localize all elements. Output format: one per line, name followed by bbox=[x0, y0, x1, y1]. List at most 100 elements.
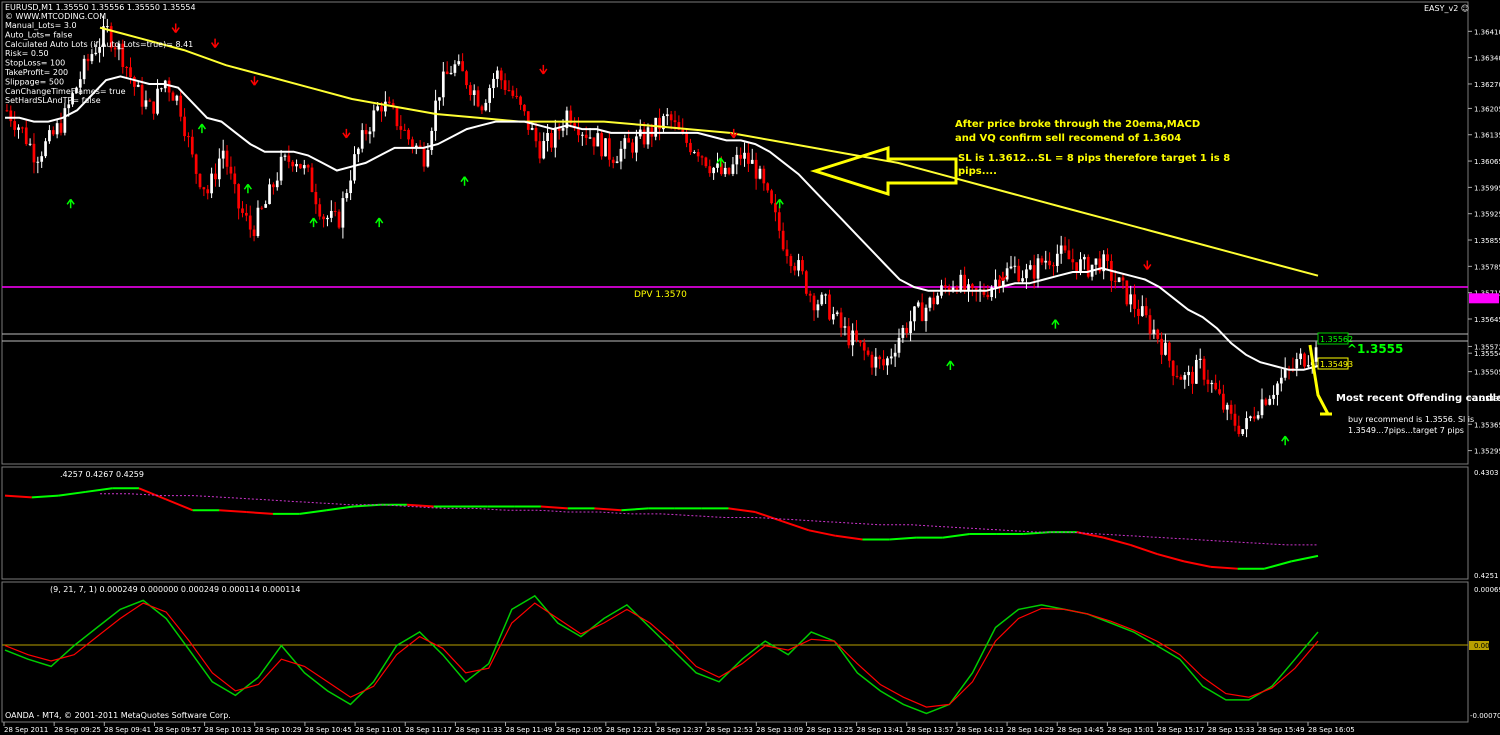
candle-body bbox=[1032, 265, 1036, 279]
vq-segment bbox=[246, 511, 274, 515]
candle-body bbox=[519, 96, 522, 105]
macd-main-line bbox=[4, 594, 1319, 715]
candle-body bbox=[909, 321, 912, 334]
candle-body bbox=[835, 312, 839, 315]
candle-body bbox=[1276, 383, 1279, 395]
candle-body bbox=[399, 126, 403, 130]
price-tag-low: 1.35493 bbox=[1320, 360, 1353, 369]
candle-body bbox=[9, 110, 13, 122]
candle-body bbox=[797, 260, 800, 271]
candle-body bbox=[924, 307, 928, 322]
candle-body bbox=[770, 190, 773, 204]
candle-body bbox=[874, 356, 878, 368]
candle-body bbox=[384, 101, 387, 112]
up-arrow-icon bbox=[946, 360, 955, 370]
up-arrow-icon bbox=[1051, 319, 1060, 329]
candle-body bbox=[986, 294, 990, 298]
sell-note-line-1: After price broke through the 20ema,MACD bbox=[955, 119, 1200, 130]
candle-body bbox=[727, 167, 731, 174]
big-price-label: ^1.3555 bbox=[1347, 342, 1403, 356]
price-tick-label: 1.35295 bbox=[1474, 448, 1500, 456]
vq-segment bbox=[1076, 531, 1104, 539]
candle-body bbox=[642, 129, 646, 145]
vq-segment bbox=[31, 494, 59, 499]
vq-axis-top: 0.4303 bbox=[1474, 469, 1499, 477]
candle-body bbox=[256, 207, 260, 236]
candle-body bbox=[287, 155, 291, 162]
candle-body bbox=[669, 114, 673, 121]
macd-axis-bottom: -0.00070 bbox=[1470, 712, 1500, 720]
up-arrow-icon bbox=[460, 176, 469, 186]
vq-segment bbox=[85, 487, 113, 493]
candle-body bbox=[1160, 338, 1163, 355]
candle-body bbox=[295, 164, 298, 167]
vq-segment bbox=[754, 511, 783, 523]
candle-body bbox=[631, 142, 634, 153]
candle-body bbox=[932, 297, 936, 305]
settings-line: Slippage= 500 bbox=[5, 77, 64, 86]
candle-body bbox=[1133, 294, 1136, 309]
candle-body bbox=[233, 173, 237, 185]
candle-body bbox=[225, 150, 229, 167]
up-arrow-icon bbox=[66, 198, 75, 209]
candle-body bbox=[245, 212, 248, 216]
time-tick-label: 28 Sep 09:41 bbox=[104, 726, 151, 734]
chart-canvas[interactable]: 1.36410 1.36340 1.36270 1.36205 1.36135 1.360… bbox=[0, 0, 1500, 735]
candle-body bbox=[1121, 277, 1125, 281]
candle-body bbox=[90, 54, 94, 62]
offending-candle-label: Most recent Offending candle bbox=[1336, 393, 1500, 404]
candle-body bbox=[580, 134, 584, 136]
candle-body bbox=[283, 155, 287, 157]
candle-body bbox=[1233, 413, 1237, 426]
up-arrow-icon bbox=[1281, 435, 1290, 446]
candle-body bbox=[1241, 429, 1245, 435]
time-tick-label: 28 Sep 11:01 bbox=[355, 726, 402, 734]
candle-body bbox=[1198, 358, 1202, 360]
candle-body bbox=[882, 359, 885, 366]
candle-body bbox=[24, 127, 28, 145]
time-tick-label: 28 Sep 10:13 bbox=[205, 726, 252, 734]
up-arrow-icon bbox=[197, 123, 207, 134]
candle-body bbox=[812, 295, 816, 311]
candle-body bbox=[1195, 359, 1198, 384]
vq-segment bbox=[781, 520, 810, 532]
candle-body bbox=[843, 326, 847, 328]
candle-body bbox=[1191, 371, 1194, 384]
vq-segment bbox=[540, 505, 568, 510]
candle-body bbox=[708, 166, 712, 174]
candle-body bbox=[179, 95, 183, 117]
candle-body bbox=[785, 249, 789, 257]
candle-body bbox=[608, 138, 611, 160]
candle-body bbox=[971, 284, 974, 289]
time-tick-label: 28 Sep 13:25 bbox=[806, 726, 853, 734]
candle-body bbox=[333, 210, 337, 212]
candle-body bbox=[1303, 353, 1306, 367]
candle-body bbox=[1164, 342, 1167, 355]
candle-body bbox=[376, 106, 380, 111]
price-tick-label: 1.35855 bbox=[1474, 237, 1500, 245]
price-tick-label: 1.36270 bbox=[1474, 81, 1500, 89]
candle-body bbox=[403, 129, 407, 131]
candle-body bbox=[140, 84, 144, 107]
candle-body bbox=[766, 183, 770, 191]
buy-note-line-1: buy recommend is 1.3556. Sl is bbox=[1348, 415, 1474, 424]
candle-body bbox=[804, 271, 808, 294]
settings-list: Manual_Lots= 3.0Auto_Lots= falseCalculat… bbox=[4, 21, 193, 105]
candle-body bbox=[808, 293, 812, 296]
candle-body bbox=[430, 130, 434, 151]
candle-body bbox=[847, 326, 851, 346]
candle-body bbox=[206, 189, 210, 194]
symbol-line: EURUSD,M1 1.35550 1.35556 1.35550 1.3555… bbox=[5, 3, 196, 12]
price-axis: 1.36410 1.36340 1.36270 1.36205 1.36135 1.360… bbox=[1468, 28, 1500, 456]
candle-body bbox=[731, 164, 735, 174]
candle-body bbox=[1175, 375, 1179, 377]
candle-body bbox=[735, 154, 739, 165]
time-tick-label: 28 Sep 14:13 bbox=[957, 726, 1004, 734]
candle-body bbox=[368, 131, 372, 135]
time-axis: 28 Sep 2011 28 Sep 09:25 28 Sep 09:41 28 Se… bbox=[3, 722, 1355, 734]
candle-body bbox=[592, 137, 596, 147]
candle-body bbox=[723, 167, 727, 175]
candle-body bbox=[194, 154, 198, 174]
candle-body bbox=[963, 274, 967, 291]
candle-body bbox=[356, 148, 360, 155]
